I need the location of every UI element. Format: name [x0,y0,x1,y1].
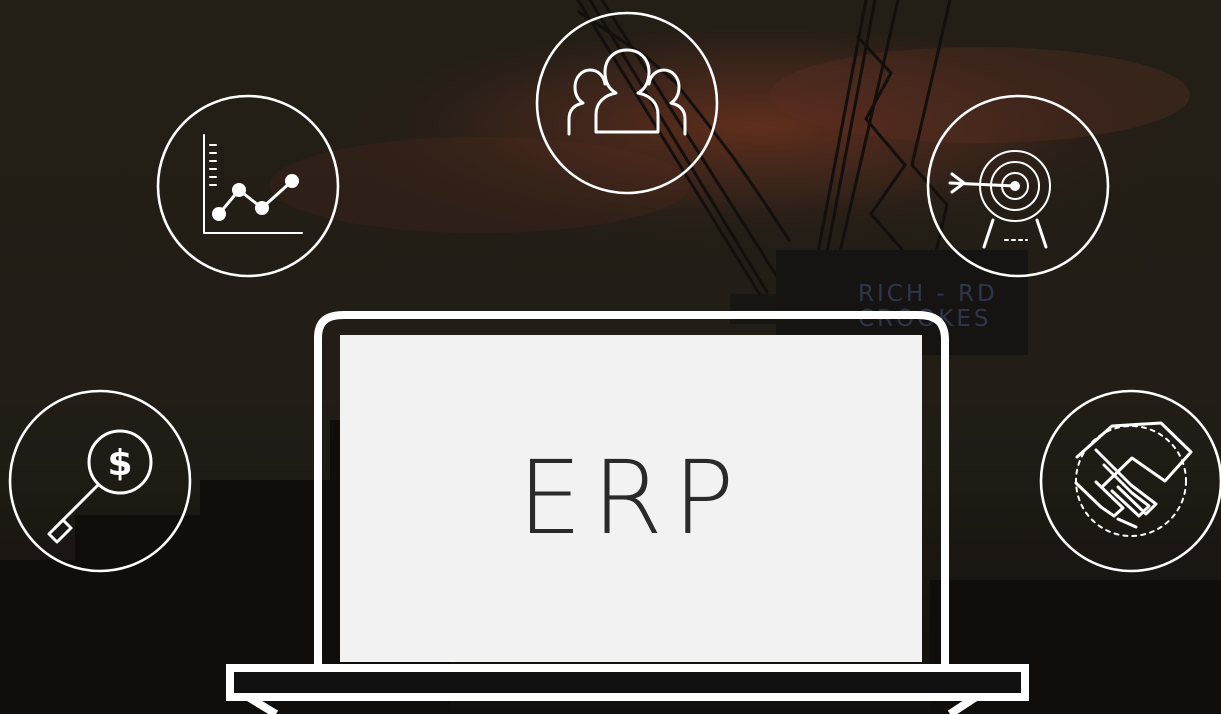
laptop-base [226,664,1029,701]
laptop-icon [226,311,1029,714]
hero-banner: RICH - RD CROOKES $ ERP [0,0,1221,714]
laptop-screen [340,335,922,662]
